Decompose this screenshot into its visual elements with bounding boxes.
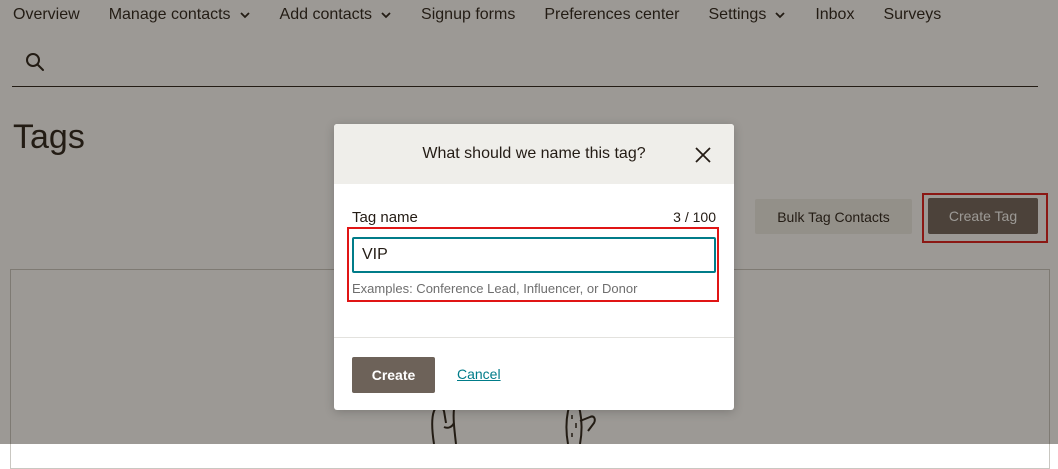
tag-name-label: Tag name bbox=[352, 209, 418, 226]
dialog-header: What should we name this tag? bbox=[334, 124, 734, 184]
name-tag-dialog: What should we name this tag? Tag name 3… bbox=[334, 124, 734, 410]
cancel-link[interactable]: Cancel bbox=[457, 366, 501, 382]
dialog-title: What should we name this tag? bbox=[422, 145, 646, 162]
create-button[interactable]: Create bbox=[352, 357, 435, 393]
character-count: 3 / 100 bbox=[673, 209, 716, 225]
dialog-divider bbox=[334, 337, 734, 338]
highlight-tag-name-field bbox=[347, 227, 719, 302]
close-icon[interactable] bbox=[694, 146, 712, 164]
